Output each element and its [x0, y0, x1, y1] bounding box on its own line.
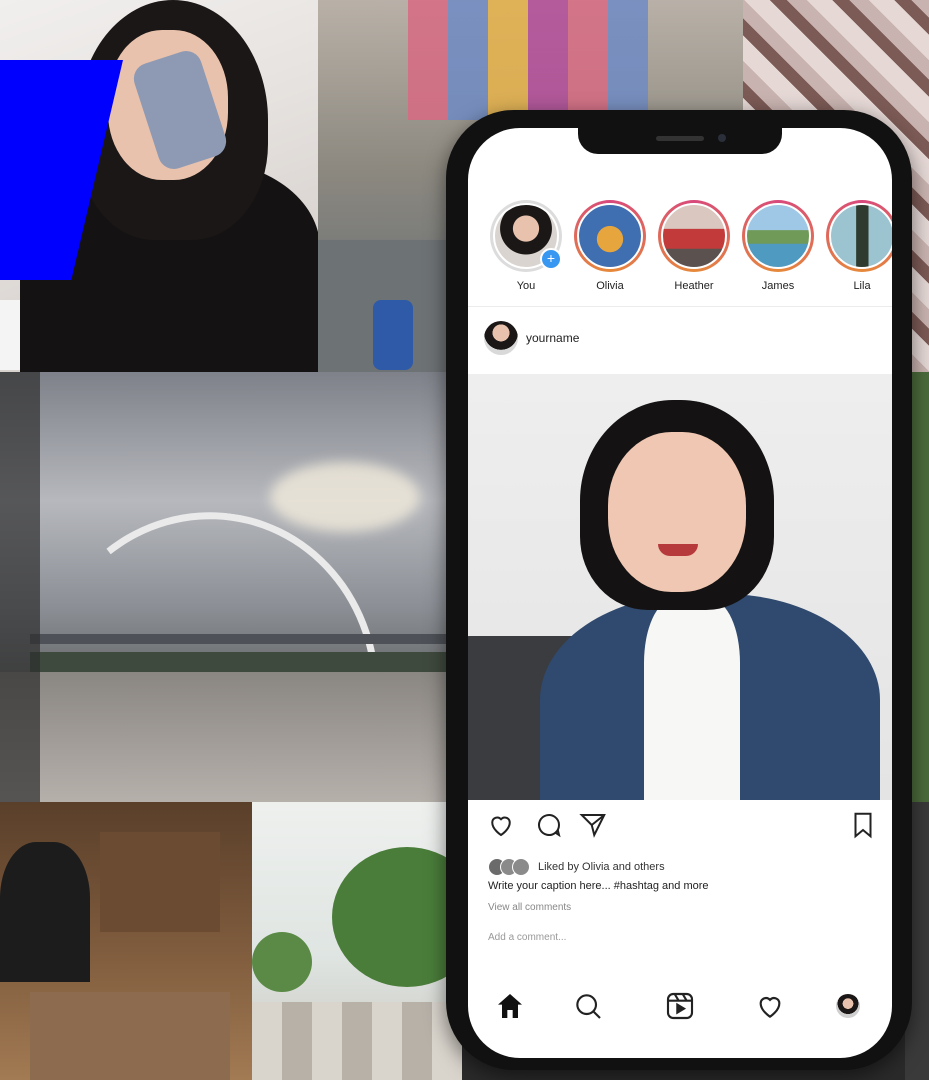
story-label: Olivia	[596, 280, 624, 292]
home-icon[interactable]	[494, 990, 526, 1022]
reels-icon[interactable]	[664, 990, 696, 1022]
story-label: Lila	[853, 280, 871, 292]
story-lila[interactable]: Lila	[820, 200, 892, 300]
photo-tree-street	[252, 802, 462, 1080]
bookmark-icon[interactable]	[848, 810, 878, 840]
story-label: James	[761, 280, 795, 292]
avatar	[661, 203, 727, 269]
phone-screen: + You Olivia Heather James Lila yourname…	[468, 128, 892, 1058]
post-actions	[486, 810, 878, 844]
avatar	[577, 203, 643, 269]
send-icon[interactable]	[578, 810, 608, 840]
post-username[interactable]: yourname	[526, 331, 579, 345]
story-label: Heather	[674, 280, 714, 292]
liker-avatars	[488, 858, 530, 876]
photo-bridge	[0, 372, 450, 802]
stories-row: + You Olivia Heather James Lila	[484, 200, 892, 300]
add-story-icon[interactable]: +	[540, 248, 562, 270]
story-label: You	[516, 280, 536, 292]
post-header: yourname	[484, 321, 579, 355]
avatar[interactable]	[484, 321, 518, 355]
avatar	[829, 203, 892, 269]
video-frame: + You Olivia Heather James Lila yourname…	[0, 0, 929, 1080]
story-olivia[interactable]: Olivia	[568, 200, 652, 300]
comment-icon[interactable]	[534, 810, 564, 840]
view-comments-link[interactable]: View all comments	[488, 902, 571, 913]
profile-avatar-icon[interactable]	[832, 990, 864, 1022]
heart-icon[interactable]	[486, 810, 516, 840]
add-comment-input[interactable]: Add a comment...	[488, 932, 566, 943]
divider	[468, 306, 892, 307]
activity-heart-icon[interactable]	[754, 990, 786, 1022]
avatar	[745, 203, 811, 269]
bottom-nav	[468, 980, 892, 1040]
story-heather[interactable]: Heather	[652, 200, 736, 300]
avatar	[836, 994, 860, 1018]
liked-by-text[interactable]: Liked by Olivia and others	[538, 861, 665, 873]
post-image[interactable]	[468, 374, 892, 800]
search-icon[interactable]	[572, 990, 604, 1022]
phone-notch	[578, 128, 782, 154]
photo-warehouse-worker	[0, 802, 252, 1080]
story-james[interactable]: James	[736, 200, 820, 300]
post-caption: Write your caption here... #hashtag and …	[488, 880, 709, 892]
story-you[interactable]: + You	[484, 200, 568, 300]
likes-row: Liked by Olivia and others	[488, 858, 665, 876]
